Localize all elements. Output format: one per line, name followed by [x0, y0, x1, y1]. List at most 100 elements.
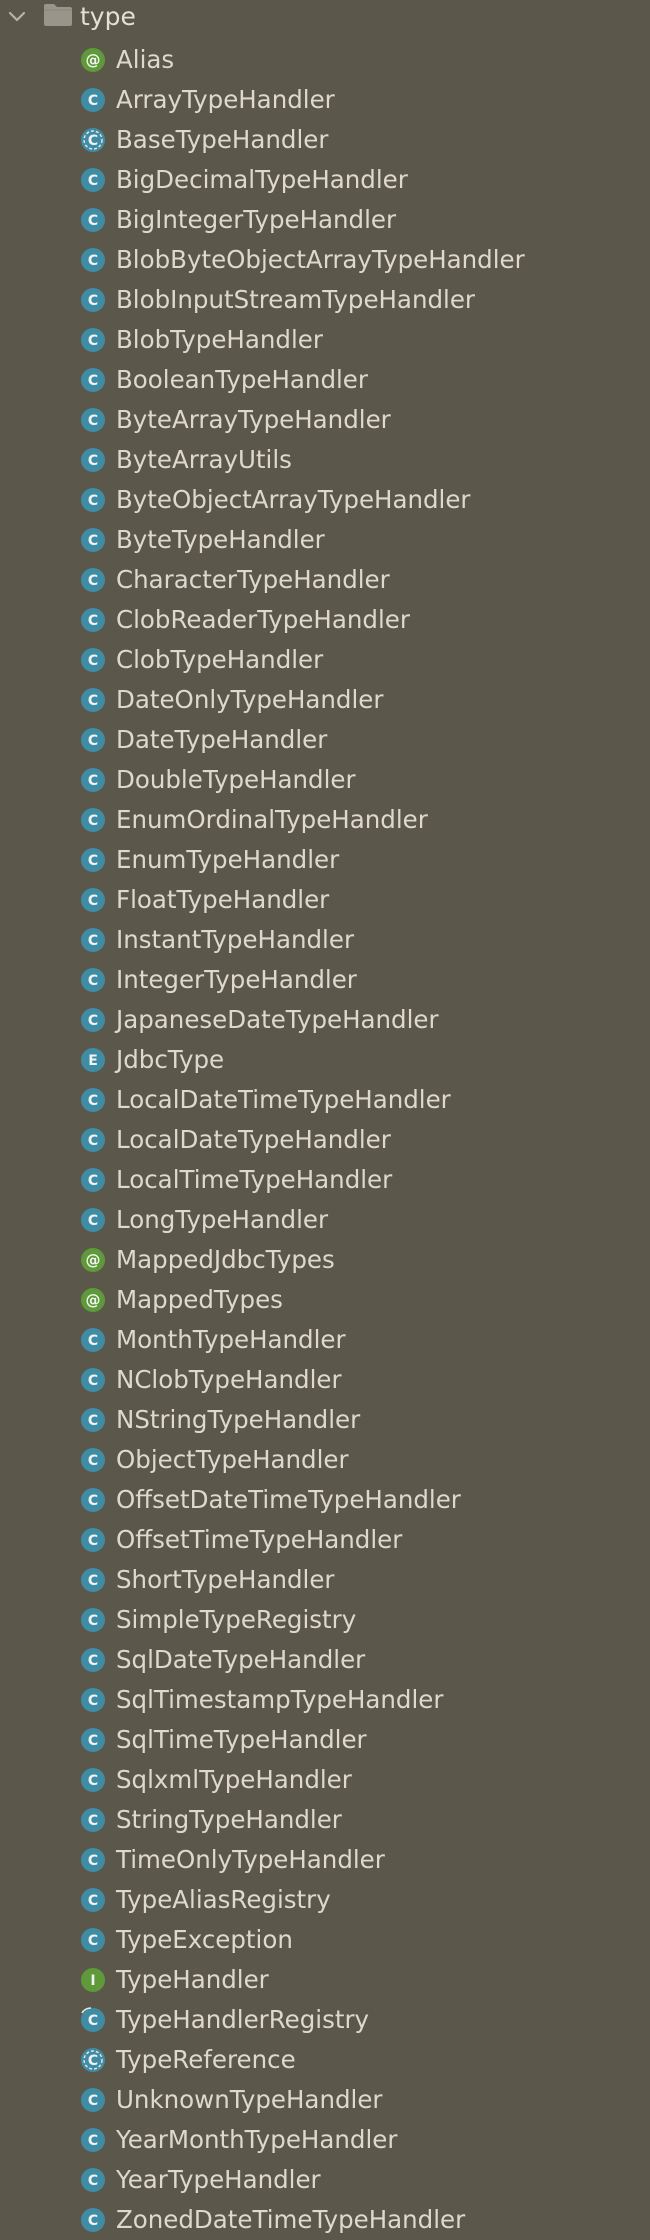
tree-item-label: InstantTypeHandler — [116, 925, 355, 954]
class-icon: C — [81, 2168, 105, 2192]
tree-item[interactable]: @ MappedJdbcTypes — [0, 1240, 650, 1280]
tree-item-label: NClobTypeHandler — [116, 1365, 342, 1394]
svg-text:C: C — [88, 453, 98, 469]
tree-item[interactable]: C YearMonthTypeHandler — [0, 2120, 650, 2160]
svg-text:C: C — [88, 1413, 98, 1429]
class-icon: C — [81, 408, 105, 432]
svg-text:C: C — [88, 1133, 98, 1149]
chevron-down-icon[interactable] — [6, 5, 28, 27]
tree-item[interactable]: C SqlTimestampTypeHandler — [0, 1680, 650, 1720]
tree-item[interactable]: C EnumOrdinalTypeHandler — [0, 800, 650, 840]
tree-item-label: TypeHandler — [116, 1965, 269, 1994]
tree-item[interactable]: C DateTypeHandler — [0, 720, 650, 760]
tree-item[interactable]: I TypeHandler — [0, 1960, 650, 2000]
svg-text:C: C — [88, 1533, 98, 1549]
svg-text:C: C — [88, 533, 98, 549]
tree-item[interactable]: C BlobTypeHandler — [0, 320, 650, 360]
svg-text:C: C — [88, 933, 98, 949]
tree-item[interactable]: C ByteArrayUtils — [0, 440, 650, 480]
class-icon: C — [81, 728, 105, 752]
enum-icon: E — [81, 1048, 105, 1072]
class-icon: C — [81, 168, 105, 192]
tree-item-label: FloatTypeHandler — [116, 885, 330, 914]
tree-item[interactable]: C ClobReaderTypeHandler — [0, 600, 650, 640]
tree-item[interactable]: C ClobTypeHandler — [0, 640, 650, 680]
tree-item[interactable]: C BlobInputStreamTypeHandler — [0, 280, 650, 320]
tree-item[interactable]: C FloatTypeHandler — [0, 880, 650, 920]
tree-item[interactable]: C TypeAliasRegistry — [0, 1880, 650, 1920]
svg-text:C: C — [88, 1013, 98, 1029]
class-icon: C — [81, 1168, 105, 1192]
tree-item[interactable]: C ByteTypeHandler — [0, 520, 650, 560]
tree-item[interactable]: C ObjectTypeHandler — [0, 1440, 650, 1480]
tree-item[interactable]: C LocalDateTypeHandler — [0, 1120, 650, 1160]
tree-item[interactable]: C JapaneseDateTypeHandler — [0, 1000, 650, 1040]
class-icon: C — [81, 1848, 105, 1872]
tree-item[interactable]: C BigIntegerTypeHandler — [0, 200, 650, 240]
svg-text:C: C — [88, 2213, 98, 2229]
tree-item[interactable]: C TimeOnlyTypeHandler — [0, 1840, 650, 1880]
tree-item-label: TypeAliasRegistry — [116, 1885, 331, 1914]
tree-item[interactable]: C SqlDateTypeHandler — [0, 1640, 650, 1680]
svg-text:C: C — [88, 213, 98, 229]
tree-item[interactable]: C ByteArrayTypeHandler — [0, 400, 650, 440]
tree-item[interactable]: C NStringTypeHandler — [0, 1400, 650, 1440]
tree-item[interactable]: C ZonedDateTimeTypeHandler — [0, 2200, 650, 2240]
svg-text:C: C — [88, 813, 98, 829]
tree-item[interactable]: C CharacterTypeHandler — [0, 560, 650, 600]
tree-item[interactable]: @ Alias — [0, 40, 650, 80]
class-icon: C — [81, 1728, 105, 1752]
annotation-icon: @ — [81, 48, 105, 72]
class-icon: C — [81, 328, 105, 352]
tree-item[interactable]: C TypeHandlerRegistry — [0, 2000, 650, 2040]
class-icon: C — [81, 808, 105, 832]
tree-item-label: TypeHandlerRegistry — [116, 2005, 370, 2034]
tree-item[interactable]: C BlobByteObjectArrayTypeHandler — [0, 240, 650, 280]
svg-text:C: C — [88, 1373, 98, 1389]
tree-item[interactable]: C DoubleTypeHandler — [0, 760, 650, 800]
tree-item[interactable]: C MonthTypeHandler — [0, 1320, 650, 1360]
tree-item[interactable]: C IntegerTypeHandler — [0, 960, 650, 1000]
abstract-class-icon: C — [81, 128, 105, 152]
svg-text:C: C — [88, 1573, 98, 1589]
svg-text:C: C — [88, 2093, 98, 2109]
tree-item[interactable]: C BaseTypeHandler — [0, 120, 650, 160]
tree-item[interactable]: C LocalTimeTypeHandler — [0, 1160, 650, 1200]
svg-text:E: E — [88, 1053, 98, 1069]
tree-item[interactable]: C LongTypeHandler — [0, 1200, 650, 1240]
tree-item[interactable]: C SimpleTypeRegistry — [0, 1600, 650, 1640]
tree-item[interactable]: C ShortTypeHandler — [0, 1560, 650, 1600]
annotation-icon: @ — [81, 1288, 105, 1312]
tree-item[interactable]: E JdbcType — [0, 1040, 650, 1080]
tree-item[interactable]: C SqlTimeTypeHandler — [0, 1720, 650, 1760]
tree-item[interactable]: C TypeException — [0, 1920, 650, 1960]
class-icon: C — [81, 1528, 105, 1552]
tree-item-label: DoubleTypeHandler — [116, 765, 356, 794]
tree-item[interactable]: C SqlxmlTypeHandler — [0, 1760, 650, 1800]
tree-item[interactable]: C ByteObjectArrayTypeHandler — [0, 480, 650, 520]
folder-row-type[interactable]: type — [0, 0, 650, 34]
tree-item[interactable]: C ArrayTypeHandler — [0, 80, 650, 120]
svg-text:C: C — [88, 413, 98, 429]
tree-item[interactable]: C BigDecimalTypeHandler — [0, 160, 650, 200]
tree-item[interactable]: @ MappedTypes — [0, 1280, 650, 1320]
tree-item[interactable]: C DateOnlyTypeHandler — [0, 680, 650, 720]
svg-text:C: C — [88, 1933, 98, 1949]
class-icon: C — [81, 368, 105, 392]
class-icon: C — [81, 1888, 105, 1912]
tree-item[interactable]: C UnknownTypeHandler — [0, 2080, 650, 2120]
tree-item[interactable]: C TypeReference — [0, 2040, 650, 2080]
tree-item[interactable]: C YearTypeHandler — [0, 2160, 650, 2200]
svg-text:C: C — [88, 733, 98, 749]
tree-item[interactable]: C OffsetTimeTypeHandler — [0, 1520, 650, 1560]
tree-item[interactable]: C BooleanTypeHandler — [0, 360, 650, 400]
class-icon: C — [81, 208, 105, 232]
tree-item[interactable]: C LocalDateTimeTypeHandler — [0, 1080, 650, 1120]
tree-item[interactable]: C NClobTypeHandler — [0, 1360, 650, 1400]
tree-item[interactable]: C StringTypeHandler — [0, 1800, 650, 1840]
tree-item[interactable]: C InstantTypeHandler — [0, 920, 650, 960]
class-icon: C — [81, 88, 105, 112]
tree-item[interactable]: C OffsetDateTimeTypeHandler — [0, 1480, 650, 1520]
svg-text:C: C — [88, 1693, 98, 1709]
tree-item[interactable]: C EnumTypeHandler — [0, 840, 650, 880]
